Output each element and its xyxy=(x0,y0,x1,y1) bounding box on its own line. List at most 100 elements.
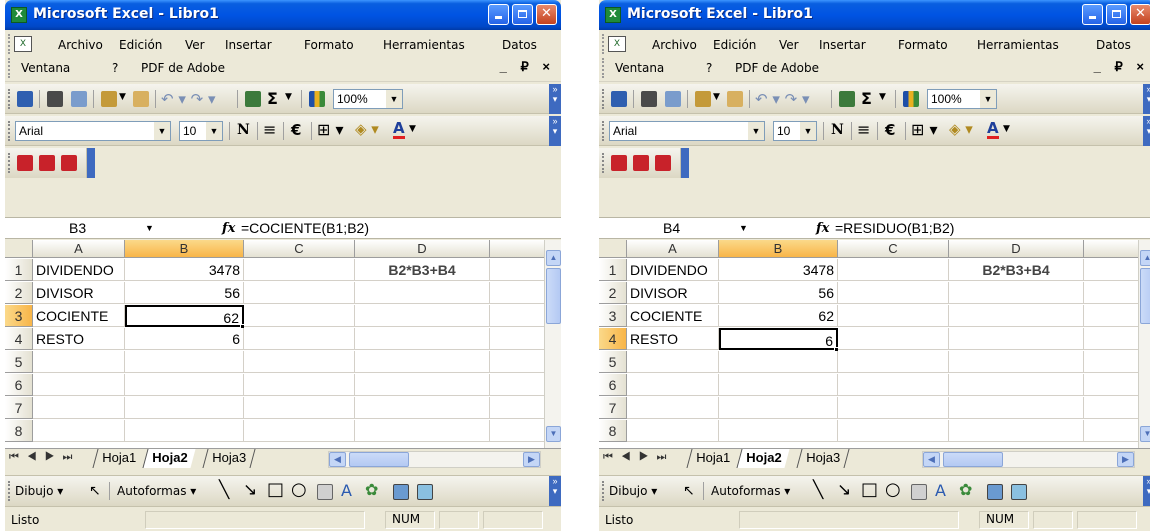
print-preview-icon[interactable] xyxy=(665,91,681,107)
menu-ventana[interactable]: Ventana xyxy=(21,61,70,75)
sheet-tab-hoja3[interactable]: Hoja3 xyxy=(202,449,256,468)
cell-e7[interactable] xyxy=(1084,397,1139,419)
borders-icon[interactable]: ⊞ ▾ xyxy=(911,120,938,139)
hyperlink-icon[interactable] xyxy=(245,91,261,107)
align-center-icon[interactable]: ≡ xyxy=(857,120,870,139)
cell-e6[interactable] xyxy=(1084,374,1139,396)
diagram-icon[interactable]: ✿ xyxy=(365,480,378,499)
line-icon[interactable]: ╲ xyxy=(219,480,229,500)
select-objects-icon[interactable]: ↖ xyxy=(683,483,695,499)
cell-e3[interactable] xyxy=(490,305,545,327)
cell-e5[interactable] xyxy=(1084,351,1139,373)
cell-b2[interactable]: 56 xyxy=(125,282,244,304)
cell-a7[interactable] xyxy=(33,397,125,419)
align-center-icon[interactable]: ≡ xyxy=(263,120,276,139)
cell-a8[interactable] xyxy=(33,420,125,442)
print-preview-icon[interactable] xyxy=(71,91,87,107)
column-header-b[interactable]: B xyxy=(719,240,838,258)
cell-c7[interactable] xyxy=(838,397,949,419)
menu-ventana[interactable]: Ventana xyxy=(615,61,664,75)
print-icon[interactable] xyxy=(47,91,63,107)
cell-e6[interactable] xyxy=(490,374,545,396)
toolbar-options-icon[interactable] xyxy=(681,148,689,178)
vertical-scroll-thumb[interactable] xyxy=(1140,268,1150,324)
sheet-tab-hoja1[interactable]: Hoja1 xyxy=(92,449,145,468)
excel-app-icon[interactable]: X xyxy=(605,7,621,23)
cell-e2[interactable] xyxy=(490,282,545,304)
clip-art-icon[interactable] xyxy=(987,484,1003,500)
row-header-2[interactable]: 2 xyxy=(5,282,33,304)
cell-c3[interactable] xyxy=(838,305,949,327)
font-size-dropdown[interactable]: 10 ▼ xyxy=(179,121,223,141)
cell-d5[interactable] xyxy=(949,351,1084,373)
cell-c3[interactable] xyxy=(244,305,355,327)
scroll-down-icon[interactable]: ▼ xyxy=(1140,426,1150,442)
cell-a7[interactable] xyxy=(627,397,719,419)
cell-d2[interactable] xyxy=(355,282,490,304)
chart-wizard-icon[interactable] xyxy=(309,91,325,107)
row-header-6[interactable]: 6 xyxy=(5,374,33,396)
undo-icon[interactable]: ↶ ▾ ↷ ▾ xyxy=(755,90,810,108)
autosum-icon[interactable]: Σ xyxy=(267,89,278,108)
row-header-6[interactable]: 6 xyxy=(599,374,627,396)
row-header-5[interactable]: 5 xyxy=(5,351,33,373)
sheet-tab-hoja2[interactable]: Hoja2 xyxy=(142,449,196,468)
row-header-8[interactable]: 8 xyxy=(5,420,33,442)
insert-image-icon[interactable] xyxy=(1011,484,1027,500)
cell-e1[interactable] xyxy=(1084,259,1139,281)
toolbar-options-icon[interactable]: »▾ xyxy=(549,84,561,114)
scroll-left-icon[interactable]: ◀ xyxy=(329,452,346,467)
cell-e8[interactable] xyxy=(490,420,545,442)
font-color-dropdown-icon[interactable]: ▼ xyxy=(409,124,416,134)
column-header-c[interactable]: C xyxy=(244,240,355,258)
create-pdf-icon[interactable] xyxy=(17,155,33,171)
cell-d2[interactable] xyxy=(949,282,1084,304)
paste-dropdown-icon[interactable]: ▼ xyxy=(713,92,720,102)
toolbar-options-icon[interactable] xyxy=(87,148,95,178)
cell-e4[interactable] xyxy=(490,328,545,350)
name-box[interactable]: B4 xyxy=(603,219,753,238)
minimize-button[interactable] xyxy=(488,4,509,25)
toolbar-options-icon[interactable]: »▾ xyxy=(1143,84,1150,114)
toolbar-options-icon[interactable]: »▾ xyxy=(1143,116,1150,146)
row-header-1[interactable]: 1 xyxy=(599,259,627,281)
menu-insertar[interactable]: Insertar xyxy=(225,38,272,52)
cell-a6[interactable] xyxy=(627,374,719,396)
paste-icon[interactable] xyxy=(101,91,117,107)
column-header-a[interactable]: A xyxy=(33,240,125,258)
print-icon[interactable] xyxy=(641,91,657,107)
cell-b1[interactable]: 3478 xyxy=(125,259,244,281)
row-header-2[interactable]: 2 xyxy=(599,282,627,304)
cell-c5[interactable] xyxy=(244,351,355,373)
menu-edicion[interactable]: Edición xyxy=(119,38,162,52)
autosum-dropdown-icon[interactable]: ▼ xyxy=(879,92,886,102)
horizontal-scrollbar[interactable]: ◀ ▶ xyxy=(328,451,541,468)
menu-ver[interactable]: Ver xyxy=(185,38,205,52)
menu-grip[interactable] xyxy=(602,34,605,54)
cell-d6[interactable] xyxy=(355,374,490,396)
select-all-corner[interactable] xyxy=(5,240,33,258)
cell-c7[interactable] xyxy=(244,397,355,419)
sheet-tab-hoja3[interactable]: Hoja3 xyxy=(796,449,850,468)
row-header-3[interactable]: 3 xyxy=(599,305,627,327)
wordart-icon[interactable]: A xyxy=(341,481,352,500)
menu-insertar[interactable]: Insertar xyxy=(819,38,866,52)
scroll-down-icon[interactable]: ▼ xyxy=(546,426,561,442)
scroll-left-icon[interactable]: ◀ xyxy=(923,452,940,467)
format-painter-icon[interactable] xyxy=(727,91,743,107)
close-button[interactable]: ✕ xyxy=(536,4,557,25)
font-size-dropdown[interactable]: 10 ▼ xyxy=(773,121,817,141)
diagram-icon[interactable]: ✿ xyxy=(959,480,972,499)
name-box-dropdown-icon[interactable]: ▼ xyxy=(739,223,748,233)
cell-b6[interactable] xyxy=(125,374,244,396)
toolbar-options-icon[interactable]: »▾ xyxy=(1143,476,1150,506)
autosum-icon[interactable]: Σ xyxy=(861,89,872,108)
cell-d1[interactable]: B2*B3+B4 xyxy=(949,259,1084,281)
text-box-icon[interactable] xyxy=(317,484,333,500)
oval-icon[interactable]: ○ xyxy=(291,479,307,500)
cell-b6[interactable] xyxy=(719,374,838,396)
autoformas-menu-button[interactable]: Autoformas ▾ xyxy=(711,484,790,498)
cell-a4[interactable]: RESTO xyxy=(627,328,719,350)
cell-c4[interactable] xyxy=(838,328,949,350)
menu-datos[interactable]: Datos xyxy=(502,38,537,52)
